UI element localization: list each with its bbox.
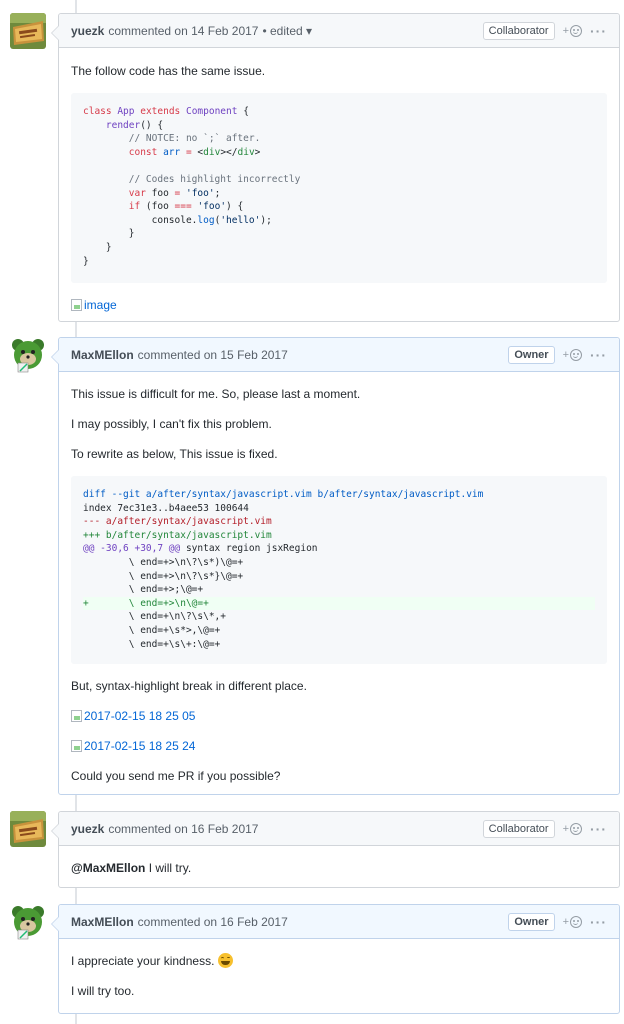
add-reaction-button[interactable]: +: [562, 24, 582, 37]
add-reaction-button[interactable]: +: [562, 915, 582, 928]
more-options-button[interactable]: ···: [590, 347, 607, 363]
comment-body: I appreciate your kindness. I will try t…: [59, 939, 619, 1011]
comment-text: This issue is difficult for me. So, plea…: [71, 387, 361, 401]
more-options-button[interactable]: ···: [590, 821, 607, 837]
comment-body: The follow code has the same issue. clas…: [59, 48, 619, 325]
comment-text: @MaxMEllon I will try.: [71, 860, 607, 876]
image-alt-text: 2017-02-15 18 25 24: [84, 739, 196, 753]
smiley-icon: [570, 822, 582, 835]
code-block: class App extends Component { render() {…: [71, 93, 607, 283]
image-link[interactable]: image: [71, 297, 607, 313]
avatar-yuezk[interactable]: [10, 13, 46, 49]
more-options-button[interactable]: ···: [590, 914, 607, 930]
comment-text: But, syntax-highlight break in different…: [71, 679, 307, 693]
add-reaction-button[interactable]: +: [562, 822, 582, 835]
smiley-icon: [570, 348, 582, 361]
comment-text: Could you send me PR if you possible?: [71, 769, 281, 783]
comment-text: I will try too.: [71, 984, 135, 998]
owner-label: Owner: [508, 912, 555, 931]
broken-image-icon: [71, 740, 82, 752]
add-reaction-button[interactable]: +: [562, 348, 582, 361]
plus-sign: +: [562, 915, 569, 928]
comment-text: I appreciate your kindness.: [71, 953, 607, 969]
smile-emoji-icon: [217, 953, 233, 968]
avatar-maxmellon[interactable]: [10, 337, 46, 373]
comment-timestamp[interactable]: commented on 16 Feb 2017: [138, 915, 288, 929]
comment-header: yuezk commented on 16 Feb 2017 Collabora…: [59, 812, 619, 846]
comment-text-content: I will try.: [145, 861, 192, 875]
avatar-maxmellon[interactable]: [10, 904, 46, 940]
owner-label: Owner: [508, 345, 555, 364]
comment-header: MaxMEllon commented on 16 Feb 2017 Owner…: [59, 905, 619, 939]
comment-box: MaxMEllon commented on 16 Feb 2017 Owner…: [51, 904, 620, 1014]
comment-header: yuezk commented on 14 Feb 2017 • edited …: [59, 14, 619, 48]
image-link[interactable]: 2017-02-15 18 25 05: [71, 708, 607, 724]
collaborator-label: Collaborator: [482, 819, 555, 838]
comment-timestamp[interactable]: commented on 15 Feb 2017: [138, 348, 288, 362]
comment-body: @MaxMEllon I will try.: [59, 846, 619, 888]
image-alt-text: image: [84, 298, 117, 312]
smiley-icon: [570, 24, 582, 37]
comment-box: MaxMEllon commented on 15 Feb 2017 Owner…: [51, 337, 620, 796]
collaborator-label: Collaborator: [482, 21, 555, 40]
edited-dropdown[interactable]: • edited ▾: [262, 24, 312, 38]
comment-box: yuezk commented on 16 Feb 2017 Collabora…: [51, 811, 620, 888]
comment-text: To rewrite as below, This issue is fixed…: [71, 447, 278, 461]
comment-box: yuezk commented on 14 Feb 2017 • edited …: [51, 13, 620, 325]
diff-code-block: diff --git a/after/syntax/javascript.vim…: [71, 476, 607, 664]
comment-author[interactable]: yuezk: [71, 822, 104, 836]
image-link[interactable]: 2017-02-15 18 25 24: [71, 738, 607, 754]
avatar-yuezk[interactable]: [10, 811, 46, 847]
broken-image-icon: [71, 710, 82, 722]
broken-image-icon: [71, 299, 82, 311]
more-options-button[interactable]: ···: [590, 23, 607, 39]
comment-author[interactable]: yuezk: [71, 24, 104, 38]
plus-sign: +: [562, 348, 569, 361]
user-mention[interactable]: @MaxMEllon: [71, 861, 145, 875]
comment-text-content: I appreciate your kindness.: [71, 954, 218, 968]
comment-timestamp[interactable]: commented on 14 Feb 2017: [108, 24, 258, 38]
plus-sign: +: [562, 24, 569, 37]
plus-sign: +: [562, 822, 569, 835]
comment-author[interactable]: MaxMEllon: [71, 915, 134, 929]
comment-text: I may possibly, I can't fix this problem…: [71, 417, 272, 431]
comment-timestamp[interactable]: commented on 16 Feb 2017: [108, 822, 258, 836]
comment-author[interactable]: MaxMEllon: [71, 348, 134, 362]
comment-text: The follow code has the same issue.: [71, 64, 266, 78]
smiley-icon: [570, 915, 582, 928]
comment-body: This issue is difficult for me. So, plea…: [59, 372, 619, 796]
image-alt-text: 2017-02-15 18 25 05: [84, 709, 196, 723]
comment-header: MaxMEllon commented on 15 Feb 2017 Owner…: [59, 338, 619, 372]
